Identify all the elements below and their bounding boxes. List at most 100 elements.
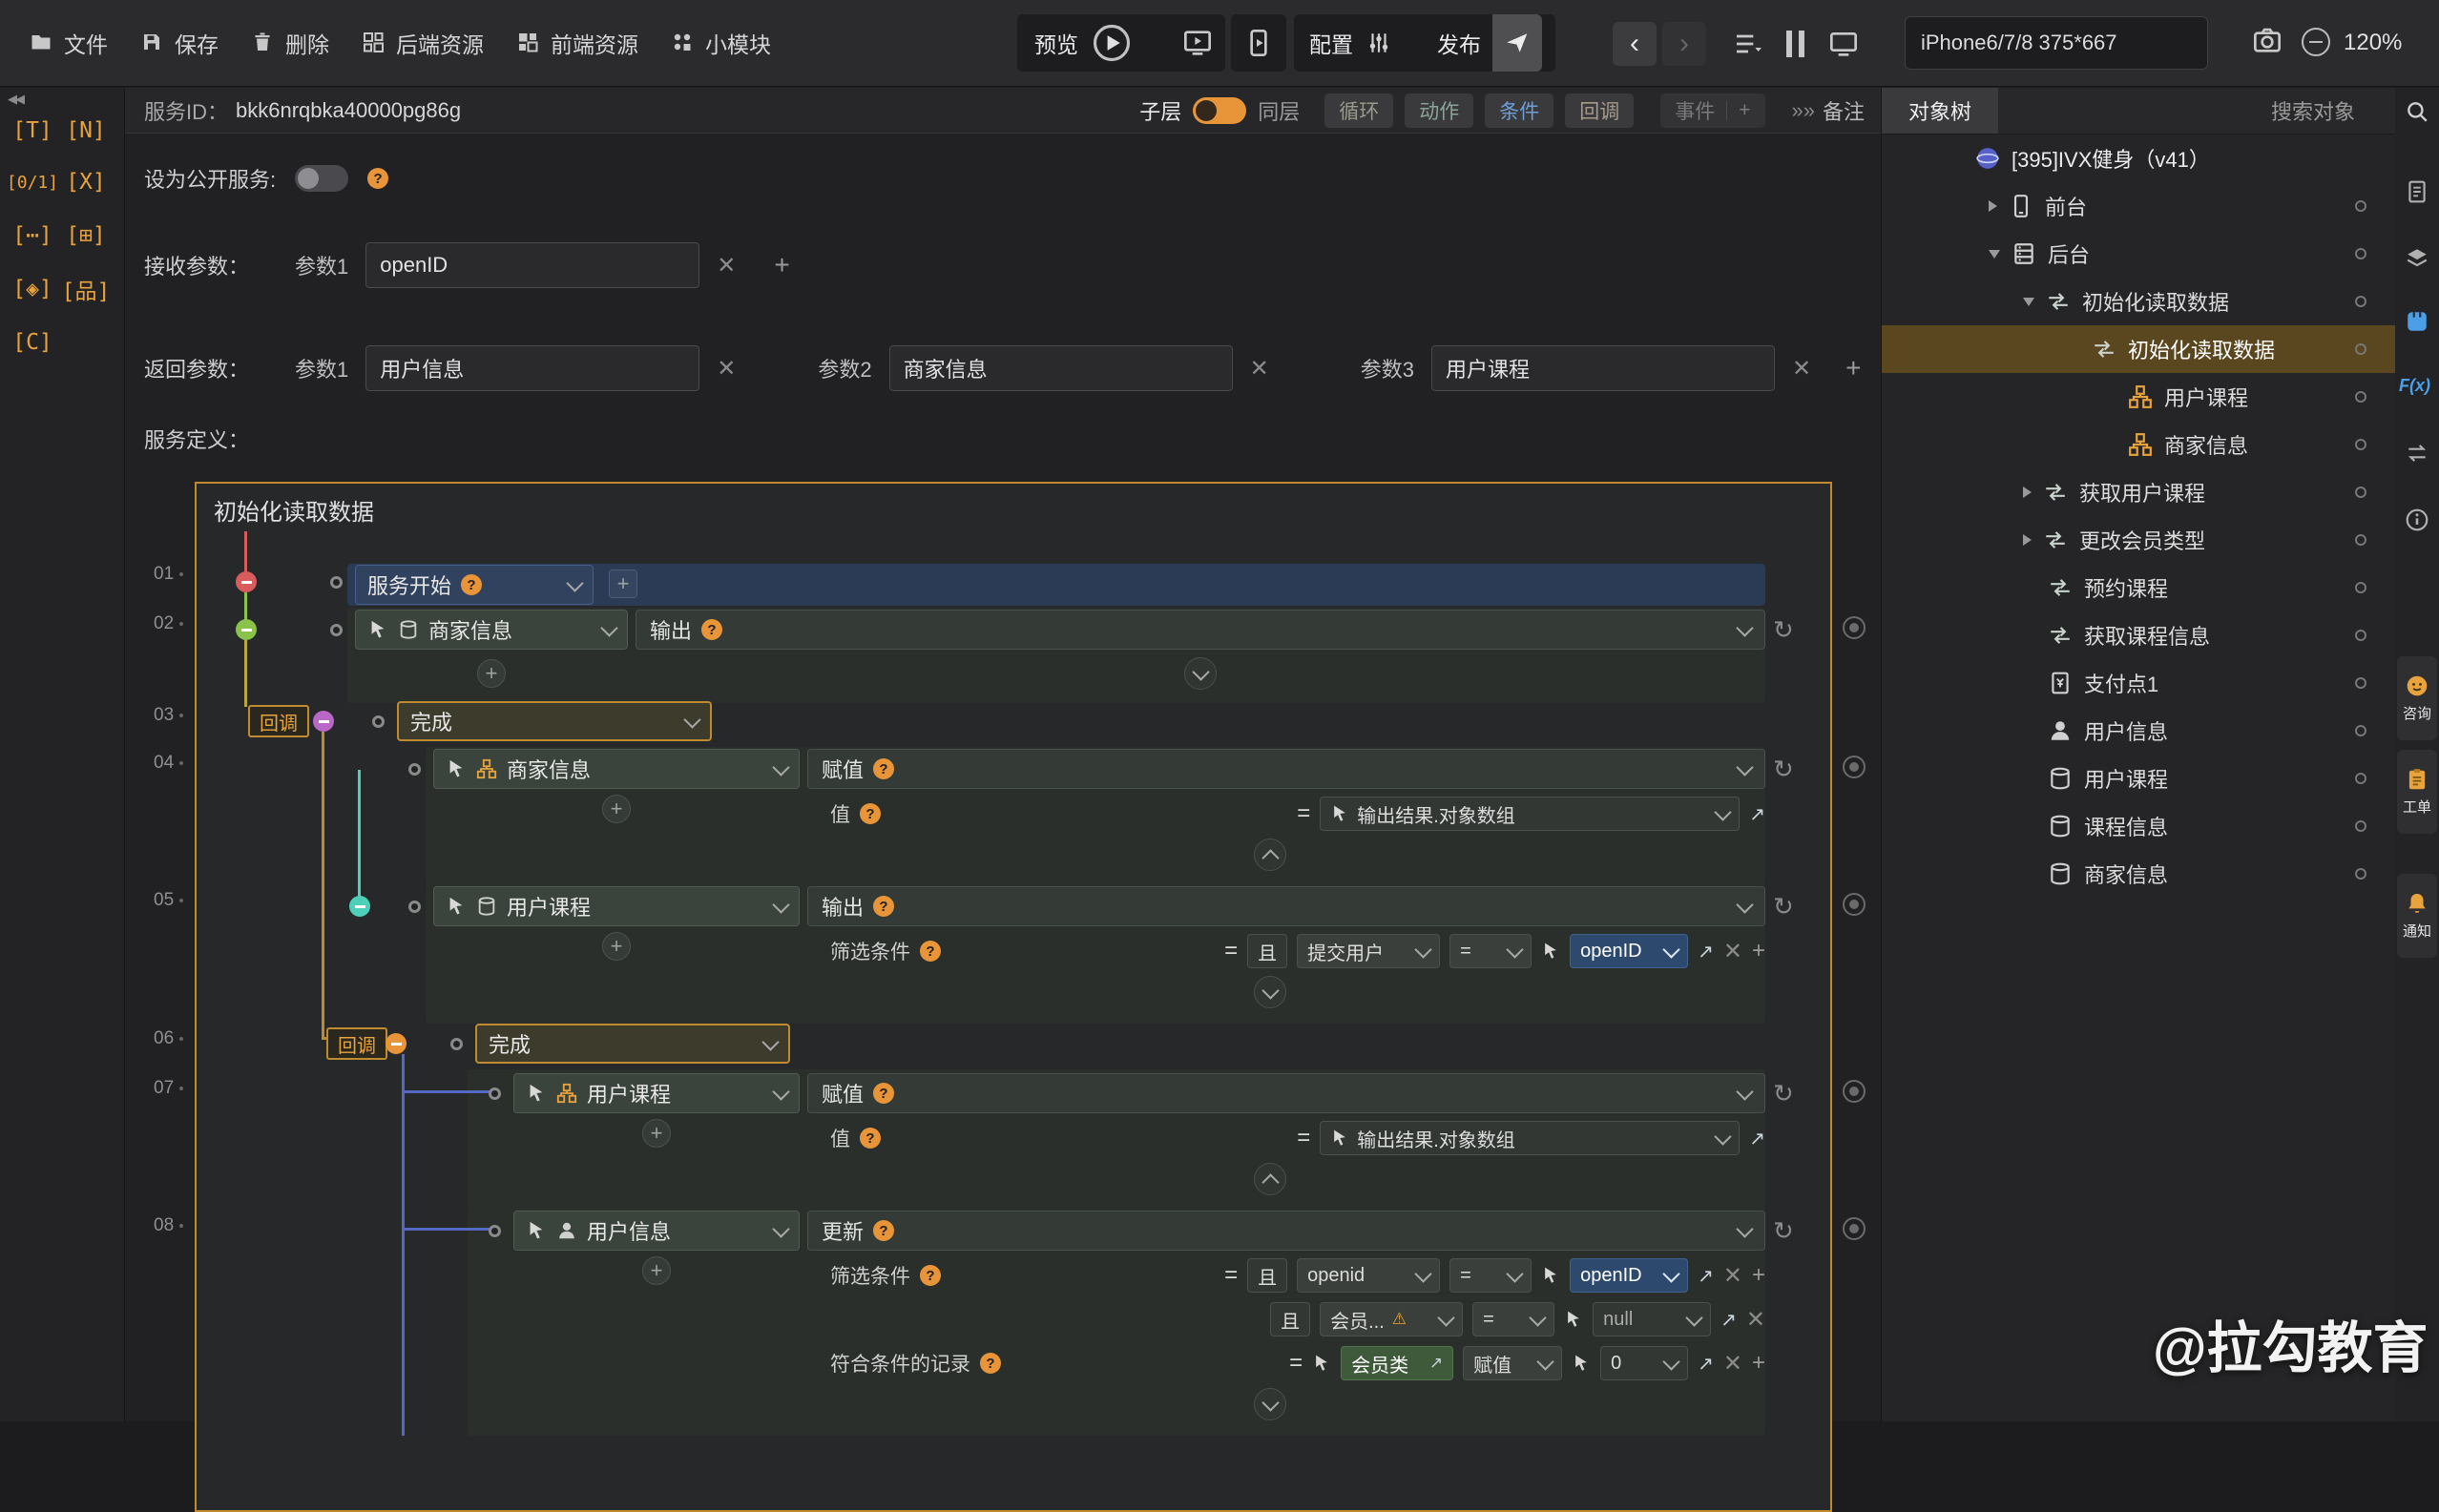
work-order-button[interactable]: 工单 (2397, 750, 2437, 834)
visibility-dot[interactable] (2355, 343, 2366, 355)
visibility-dot[interactable] (2355, 534, 2366, 546)
add-condition-icon[interactable]: + (1752, 1262, 1765, 1289)
operator-select[interactable]: = (1472, 1302, 1554, 1336)
visibility-dot[interactable] (2355, 677, 2366, 689)
expander-icon[interactable] (1989, 200, 1997, 212)
expand-toggle[interactable] (1254, 1388, 1286, 1420)
expand-arrow-icon[interactable]: ↗ (1698, 940, 1714, 963)
remove-condition-icon[interactable]: ✕ (1746, 1306, 1765, 1334)
tree-row-service[interactable]: 预约课程 (1882, 564, 2395, 611)
visibility-dot[interactable] (2355, 725, 2366, 736)
add-step-button[interactable]: + (609, 570, 637, 598)
remove-param-icon[interactable]: ✕ (717, 355, 736, 383)
receive-param-input[interactable]: openID (365, 242, 699, 288)
tree-row-service-selected[interactable]: 初始化读取数据 (1882, 325, 2395, 373)
collapse-dot[interactable] (313, 711, 334, 732)
collapse-toggle[interactable] (1254, 1163, 1286, 1195)
visibility-dot[interactable] (2355, 439, 2366, 450)
expand-arrow-icon[interactable]: ↗ (1749, 1127, 1765, 1150)
remove-param-icon[interactable]: ✕ (717, 252, 736, 280)
chevron-down-icon[interactable] (1736, 758, 1753, 776)
help-icon[interactable]: ? (920, 1265, 941, 1286)
tab-object-tree[interactable]: 对象树 (1882, 88, 1998, 134)
document-panel-icon[interactable] (2405, 179, 2429, 209)
visibility-dot[interactable] (2355, 868, 2366, 880)
tree-row-user-course-var[interactable]: 用户课程 (1882, 373, 2395, 421)
expand-toggle[interactable] (1184, 657, 1217, 690)
add-param-icon[interactable]: + (1845, 353, 1861, 383)
visibility-dot[interactable] (2355, 391, 2366, 403)
return-param3-input[interactable]: 用户课程 (1431, 345, 1775, 391)
visibility-dot[interactable] (2355, 582, 2366, 593)
function-panel-icon[interactable]: F(x) (2399, 376, 2430, 396)
expander-icon[interactable] (2023, 298, 2034, 306)
monitor-icon[interactable] (1828, 29, 1859, 64)
value-ref-chip[interactable]: openID (1570, 934, 1688, 968)
target-field-chip[interactable]: 会员类↗ (1341, 1346, 1453, 1380)
operator-select[interactable]: = (1449, 1258, 1532, 1293)
chevron-down-icon[interactable] (683, 711, 700, 728)
help-icon[interactable]: ? (873, 896, 894, 917)
flow-node-user-info[interactable]: 用户信息 (513, 1211, 800, 1251)
search-icon[interactable] (2405, 99, 2429, 129)
collapse-dot[interactable] (386, 1033, 406, 1054)
add-child-button[interactable]: + (477, 659, 506, 688)
locate-target-icon[interactable] (1843, 756, 1866, 778)
callback-tag[interactable]: 回调 (248, 705, 309, 737)
value-source-chip[interactable]: 输出结果.对象数组 (1320, 1121, 1740, 1155)
action-block-button[interactable]: 动作 (1405, 93, 1473, 128)
value-chip[interactable]: 0 (1600, 1346, 1688, 1380)
public-service-toggle[interactable] (295, 165, 348, 192)
action-output-header[interactable]: 输出? (636, 610, 1765, 650)
chevron-down-icon[interactable] (600, 619, 617, 636)
note-button[interactable]: »» 备注 (1792, 95, 1866, 126)
device-select[interactable]: iPhone6/7/8 375*667 (1905, 16, 2208, 70)
pause-icon[interactable] (1786, 31, 1804, 57)
refresh-icon[interactable]: ↻ (1773, 756, 1794, 781)
tree-row-database[interactable]: 用户课程 (1882, 755, 2395, 802)
object-array-component-icon[interactable]: [品] (61, 267, 111, 311)
expand-toggle[interactable] (1254, 976, 1286, 1008)
event-add-button[interactable]: 事件 + (1660, 93, 1764, 128)
publish-button[interactable]: 发布 (1422, 14, 1555, 72)
add-icon[interactable]: + (1752, 1350, 1765, 1377)
collapse-dot[interactable] (236, 571, 257, 592)
add-child-button[interactable]: + (642, 1119, 671, 1148)
chevron-down-icon[interactable] (566, 574, 583, 591)
visibility-dot[interactable] (2355, 487, 2366, 498)
visibility-dot[interactable] (2355, 248, 2366, 259)
help-icon[interactable]: ? (860, 803, 881, 824)
tree-row-database[interactable]: 商家信息 (1882, 850, 2395, 898)
refresh-icon[interactable]: ↻ (1773, 617, 1794, 642)
chevron-down-icon[interactable] (1715, 803, 1732, 820)
tree-row-service[interactable]: 更改会员类型 (1882, 516, 2395, 564)
help-icon[interactable]: ? (701, 619, 722, 640)
consult-button[interactable]: 咨询 (2397, 656, 2437, 740)
add-param-icon[interactable]: + (774, 250, 789, 280)
help-icon[interactable]: ? (461, 574, 482, 595)
add-child-button[interactable]: + (602, 932, 631, 961)
zoom-out-icon[interactable] (2302, 28, 2330, 56)
action-assign-header[interactable]: 赋值? (807, 1073, 1765, 1113)
chevron-down-icon[interactable] (1736, 1220, 1753, 1237)
refresh-icon[interactable]: ↻ (1773, 1218, 1794, 1243)
callback-block-button[interactable]: 回调 (1565, 93, 1634, 128)
loop-component-icon[interactable]: [C] (8, 321, 57, 364)
backend-resources-button[interactable]: 后端资源 (345, 0, 500, 87)
remove-icon[interactable]: ✕ (1723, 1350, 1742, 1377)
value-source-chip[interactable]: 输出结果.对象数组 (1320, 797, 1740, 831)
expander-icon[interactable] (2023, 487, 2032, 498)
value-chip[interactable]: null (1593, 1302, 1711, 1336)
collapse-toggle[interactable] (1254, 839, 1286, 871)
operator-select[interactable]: = (1449, 934, 1532, 968)
config-button[interactable]: 配置 (1294, 14, 1437, 72)
help-icon[interactable]: ? (873, 1220, 894, 1241)
swap-panel-icon[interactable] (2405, 441, 2429, 470)
visibility-dot[interactable] (2355, 773, 2366, 784)
notification-button[interactable]: 通知 (2397, 874, 2437, 958)
condition-block-button[interactable]: 条件 (1485, 93, 1553, 128)
value-ref-chip[interactable]: openID (1570, 1258, 1688, 1293)
flow-node-callback-done[interactable]: 完成 (397, 701, 712, 741)
screen-preview-button[interactable] (1170, 14, 1225, 72)
tree-row-backend[interactable]: 后台 (1882, 230, 2395, 278)
